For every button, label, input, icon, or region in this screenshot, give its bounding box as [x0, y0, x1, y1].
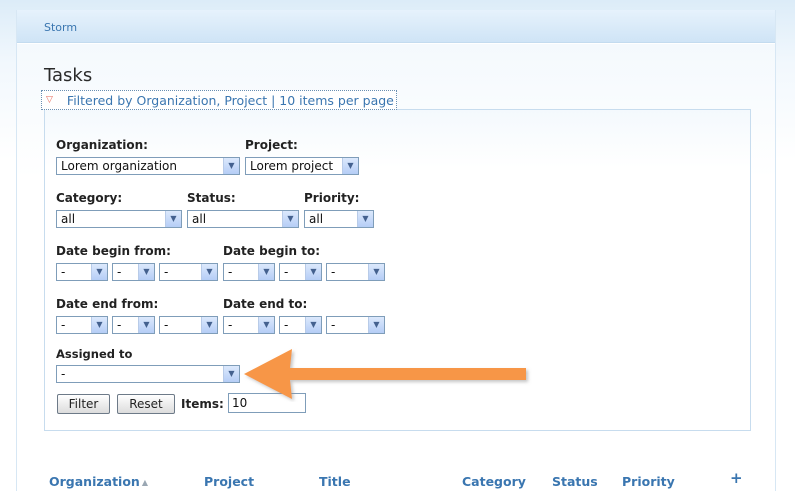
date-end-to-year-select[interactable]: - ▼ [223, 316, 275, 334]
select-value: - [284, 265, 289, 279]
chevron-down-icon: ▼ [223, 158, 239, 174]
category-label: Category: [56, 191, 123, 205]
organization-label: Organization: [56, 138, 148, 152]
priority-label: Priority: [304, 191, 360, 205]
date-end-from-month-select[interactable]: - ▼ [112, 316, 155, 334]
date-end-to-day-select[interactable]: - ▼ [326, 316, 385, 334]
priority-select-value: all [309, 212, 324, 226]
organization-select[interactable]: Lorem organization ▼ [56, 157, 240, 175]
column-header-title[interactable]: Title [319, 474, 351, 489]
select-value: - [117, 318, 122, 332]
column-header-organization[interactable]: Organization ▲ [49, 474, 148, 489]
priority-select[interactable]: all ▼ [304, 210, 374, 228]
date-begin-to-year-select[interactable]: - ▼ [223, 263, 275, 281]
chevron-down-icon: ▼ [91, 317, 107, 333]
site-name-link[interactable]: Storm [44, 21, 77, 34]
date-begin-to-label: Date begin to: [223, 244, 321, 258]
status-label: Status: [187, 191, 236, 205]
date-begin-from-month-select[interactable]: - ▼ [112, 263, 155, 281]
date-begin-to-day-select[interactable]: - ▼ [326, 263, 385, 281]
chevron-down-icon: ▼ [201, 317, 217, 333]
items-label: Items: [181, 397, 224, 411]
select-value: - [331, 318, 336, 332]
status-select[interactable]: all ▼ [187, 210, 299, 228]
project-label: Project: [245, 138, 298, 152]
date-end-to-label: Date end to: [223, 297, 308, 311]
select-value: - [61, 318, 66, 332]
assigned-to-select[interactable]: - ▼ [56, 365, 240, 383]
assigned-to-label: Assigned to [56, 347, 133, 361]
category-select[interactable]: all ▼ [56, 210, 182, 228]
date-end-to-month-select[interactable]: - ▼ [279, 316, 322, 334]
select-value: - [228, 318, 233, 332]
plus-icon[interactable]: + [730, 469, 743, 487]
date-begin-from-day-select[interactable]: - ▼ [159, 263, 218, 281]
chevron-down-icon: ▼ [91, 264, 107, 280]
select-value: - [228, 265, 233, 279]
site-header: Storm [17, 10, 775, 43]
page-title: Tasks [44, 65, 93, 86]
chevron-down-icon: ▼ [258, 317, 274, 333]
filter-button[interactable]: Filter [57, 394, 110, 414]
callout-arrow-icon [244, 349, 526, 399]
status-select-value: all [192, 212, 207, 226]
select-value: - [164, 265, 169, 279]
chevron-down-icon: ▼ [258, 264, 274, 280]
chevron-down-icon: ▼ [282, 211, 298, 227]
chevron-down-icon: ▼ [165, 211, 181, 227]
column-header-priority[interactable]: Priority [622, 474, 675, 489]
chevron-down-icon: ▼ [223, 366, 239, 382]
chevron-down-icon: ▼ [368, 317, 384, 333]
column-header-label: Organization [49, 474, 140, 489]
select-value: - [331, 265, 336, 279]
chevron-down-icon: ▼ [201, 264, 217, 280]
collapse-triangle-icon: ▽ [46, 95, 53, 105]
date-end-from-label: Date end from: [56, 297, 159, 311]
date-begin-to-month-select[interactable]: - ▼ [279, 263, 322, 281]
date-begin-from-year-select[interactable]: - ▼ [56, 263, 108, 281]
select-value: - [164, 318, 169, 332]
chevron-down-icon: ▼ [305, 264, 321, 280]
column-header-status[interactable]: Status [552, 474, 598, 489]
chevron-down-icon: ▼ [305, 317, 321, 333]
date-begin-from-label: Date begin from: [56, 244, 171, 258]
select-value: - [284, 318, 289, 332]
date-end-from-year-select[interactable]: - ▼ [56, 316, 108, 334]
sort-ascending-icon: ▲ [141, 478, 148, 487]
column-header-project[interactable]: Project [204, 474, 254, 489]
project-select[interactable]: Lorem project ▼ [245, 157, 359, 175]
filter-legend-toggle[interactable]: ▽ Filtered by Organization, Project | 10… [41, 90, 397, 110]
assigned-to-select-value: - [61, 367, 66, 381]
project-select-value: Lorem project [250, 159, 334, 173]
organization-select-value: Lorem organization [61, 159, 177, 173]
chevron-down-icon: ▼ [138, 264, 154, 280]
chevron-down-icon: ▼ [368, 264, 384, 280]
select-value: - [117, 265, 122, 279]
filter-legend-text: Filtered by Organization, Project | 10 i… [66, 92, 394, 108]
select-value: - [61, 265, 66, 279]
column-header-category[interactable]: Category [462, 474, 526, 489]
chevron-down-icon: ▼ [357, 211, 373, 227]
chevron-down-icon: ▼ [138, 317, 154, 333]
chevron-down-icon: ▼ [342, 158, 358, 174]
category-select-value: all [61, 212, 76, 226]
reset-button[interactable]: Reset [117, 394, 175, 414]
date-end-from-day-select[interactable]: - ▼ [159, 316, 218, 334]
